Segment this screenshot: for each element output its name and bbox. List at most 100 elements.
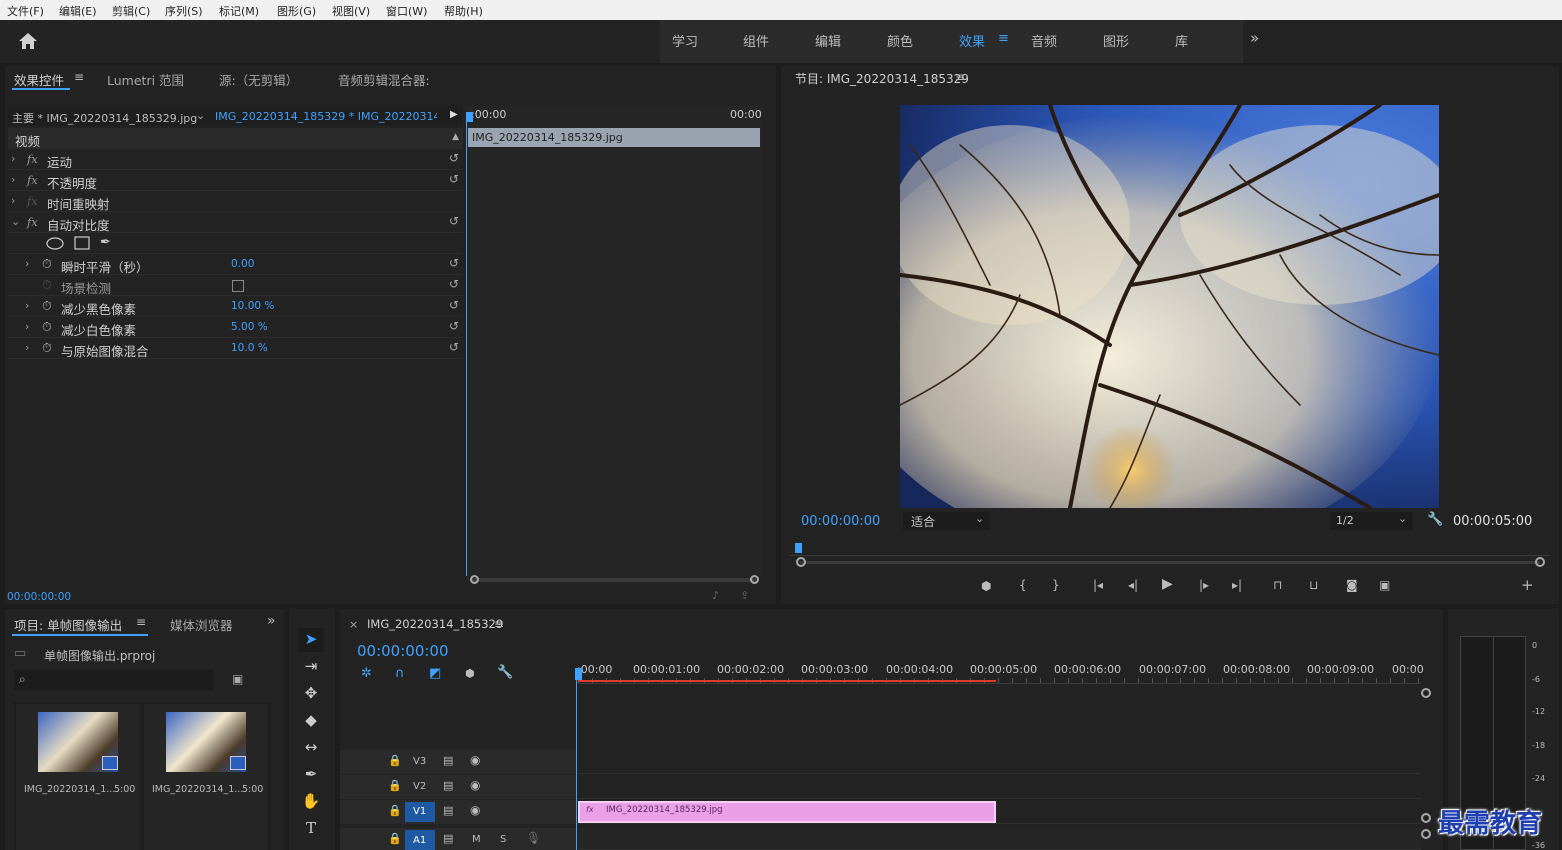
reset-icon[interactable]: ↺ xyxy=(449,172,459,186)
solo-button[interactable]: S xyxy=(500,834,506,845)
settings-wrench-icon[interactable]: 🔧 xyxy=(497,665,513,680)
eye-icon[interactable]: ◉ xyxy=(470,778,480,792)
panel-menu-icon[interactable]: ≡ xyxy=(955,70,965,84)
mark-in-icon[interactable]: { xyxy=(1019,578,1027,592)
selection-tool-icon[interactable]: ➤ xyxy=(301,630,321,648)
effect-timecode[interactable]: 00:00:00:00 xyxy=(7,591,71,603)
new-bin-icon[interactable]: ▣ xyxy=(232,672,243,686)
sync-lock-icon[interactable]: ▤ xyxy=(443,832,453,845)
stopwatch-icon[interactable]: ⏱ xyxy=(42,340,52,356)
project-search-input[interactable]: ⌕ xyxy=(14,670,214,690)
master-clip-label[interactable]: 主要 * IMG_20220314_185329.jpg xyxy=(12,110,197,126)
razor-tool-icon[interactable]: ◆ xyxy=(301,711,321,729)
project-item[interactable]: IMG_20220314_1... 5:00 xyxy=(16,704,140,850)
mark-out-icon[interactable]: } xyxy=(1052,578,1060,592)
workspace-audio[interactable]: 音频 xyxy=(1031,31,1057,50)
add-button-icon[interactable]: + xyxy=(1521,576,1534,594)
timeline-clip[interactable]: fx IMG_20220314_185329.jpg xyxy=(578,801,996,823)
track-label[interactable]: V3 xyxy=(413,756,426,767)
home-icon[interactable] xyxy=(18,32,38,50)
go-to-in-icon[interactable]: |◂ xyxy=(1093,578,1103,592)
param-value[interactable]: 10.00 % xyxy=(231,300,274,312)
compare-view-icon[interactable]: ▣ xyxy=(1379,578,1390,592)
type-tool-icon[interactable]: T xyxy=(301,819,321,837)
audio-solo-icon[interactable]: ♪ xyxy=(712,589,719,602)
go-to-out-icon[interactable]: ▸| xyxy=(1232,578,1242,592)
lock-icon[interactable]: 🔒 xyxy=(388,754,402,767)
step-back-icon[interactable]: ◂| xyxy=(1128,578,1138,592)
zoom-handle-left[interactable] xyxy=(796,557,806,567)
expand-arrow-icon[interactable]: › xyxy=(25,257,29,270)
close-sequence-icon[interactable]: × xyxy=(349,618,358,631)
reset-icon[interactable]: ↺ xyxy=(449,319,459,333)
program-zoom-bar[interactable] xyxy=(800,561,1540,564)
sync-lock-icon[interactable]: ▤ xyxy=(443,754,453,767)
menu-window[interactable]: 窗口(W) xyxy=(386,3,427,19)
v-scroll-handle-top[interactable] xyxy=(1421,688,1431,698)
eye-icon[interactable]: ◉ xyxy=(470,803,480,817)
project-item[interactable]: IMG_20220314_1... 5:00 xyxy=(144,704,268,850)
reset-icon[interactable]: ↺ xyxy=(449,214,459,228)
effect-row-opacity[interactable]: › fx 不透明度 ↺ xyxy=(8,170,463,191)
timeline-playhead-line[interactable] xyxy=(576,680,577,850)
tab-source[interactable]: 源:（无剪辑） xyxy=(219,70,298,89)
program-time-ruler[interactable] xyxy=(790,546,1550,556)
timeline-timecode[interactable]: 00:00:00:00 xyxy=(357,642,449,660)
stopwatch-icon[interactable]: ⏱ xyxy=(42,319,52,335)
sync-lock-icon[interactable]: ▤ xyxy=(443,804,453,817)
sequence-clip-label[interactable]: IMG_20220314_185329 * IMG_20220314_... xyxy=(215,110,437,123)
fx-icon[interactable]: fx xyxy=(27,173,38,187)
export-icon[interactable]: ⇪ xyxy=(740,589,749,602)
nest-icon[interactable]: ✲ xyxy=(361,666,372,681)
scene-detect-checkbox[interactable] xyxy=(232,280,244,292)
track-lane-v2[interactable] xyxy=(578,775,1421,799)
param-row[interactable]: › ⏱ 减少黑色像素 10.00 % ↺ xyxy=(8,296,463,317)
tab-audio-clip-mixer[interactable]: 音频剪辑混合器: xyxy=(338,70,430,89)
reset-icon[interactable]: ↺ xyxy=(449,151,459,165)
workspace-assembly[interactable]: 组件 xyxy=(743,31,769,50)
microphone-icon[interactable]: 🎙 xyxy=(526,831,541,845)
audio-scroll-handle[interactable] xyxy=(1421,829,1431,839)
collapse-arrow-icon[interactable]: ▲ xyxy=(452,132,459,142)
menu-graphics[interactable]: 图形(G) xyxy=(277,3,316,19)
reset-icon[interactable]: ↺ xyxy=(449,340,459,354)
pen-tool-icon[interactable]: ✒ xyxy=(301,765,321,783)
collapse-arrow-icon[interactable]: ⌄ xyxy=(11,215,20,228)
effect-row-time-remap[interactable]: › fx 时间重映射 xyxy=(8,191,463,212)
lock-icon[interactable]: 🔒 xyxy=(388,832,402,845)
camera-icon[interactable]: ◙ xyxy=(1346,578,1358,592)
play-icon[interactable]: ▶ xyxy=(1162,576,1173,592)
program-timecode[interactable]: 00:00:00:00 xyxy=(801,514,880,529)
tab-effect-controls[interactable]: 效果控件 xyxy=(14,70,64,89)
stopwatch-icon[interactable]: ⏱ xyxy=(42,256,52,272)
ripple-edit-tool-icon[interactable]: ✥ xyxy=(301,684,321,702)
menu-help[interactable]: 帮助(H) xyxy=(444,3,483,19)
eye-icon[interactable]: ◉ xyxy=(470,753,480,767)
tab-project[interactable]: 项目: 单帧图像输出 xyxy=(14,615,122,634)
ellipse-mask-icon[interactable] xyxy=(46,237,64,250)
chevron-down-icon[interactable]: ⌄ xyxy=(196,109,205,122)
track-label[interactable]: V2 xyxy=(413,781,426,792)
menu-view[interactable]: 视图(V) xyxy=(332,3,370,19)
step-forward-icon[interactable]: |▸ xyxy=(1199,578,1209,592)
workspace-effects[interactable]: 效果 xyxy=(959,31,985,50)
expand-arrow-icon[interactable]: › xyxy=(25,320,29,333)
effect-row-auto-contrast[interactable]: ⌄ fx 自动对比度 ↺ xyxy=(8,212,463,233)
track-label[interactable]: V1 xyxy=(413,806,426,817)
param-value[interactable]: 10.0 % xyxy=(231,342,268,354)
timeline-playhead-handle[interactable] xyxy=(575,668,582,680)
tab-media-browser[interactable]: 媒体浏览器 xyxy=(170,615,233,634)
lock-icon[interactable]: 🔒 xyxy=(388,779,402,792)
fit-dropdown[interactable]: 适合 ⌄ xyxy=(903,512,990,530)
more-tabs-icon[interactable]: » xyxy=(267,613,276,629)
track-select-tool-icon[interactable]: ⇥ xyxy=(301,657,321,675)
lock-icon[interactable]: 🔒 xyxy=(388,804,402,817)
resolution-dropdown[interactable]: 1/2 ⌄ xyxy=(1330,512,1413,530)
track-lane-a1[interactable] xyxy=(578,828,1421,850)
expand-arrow-icon[interactable]: › xyxy=(11,194,15,207)
mute-button[interactable]: M xyxy=(472,834,481,845)
panel-menu-icon[interactable]: ≡ xyxy=(136,615,146,629)
hand-tool-icon[interactable]: ✋ xyxy=(301,792,321,810)
track-lane-v3[interactable] xyxy=(578,750,1421,774)
expand-arrow-icon[interactable]: › xyxy=(25,299,29,312)
